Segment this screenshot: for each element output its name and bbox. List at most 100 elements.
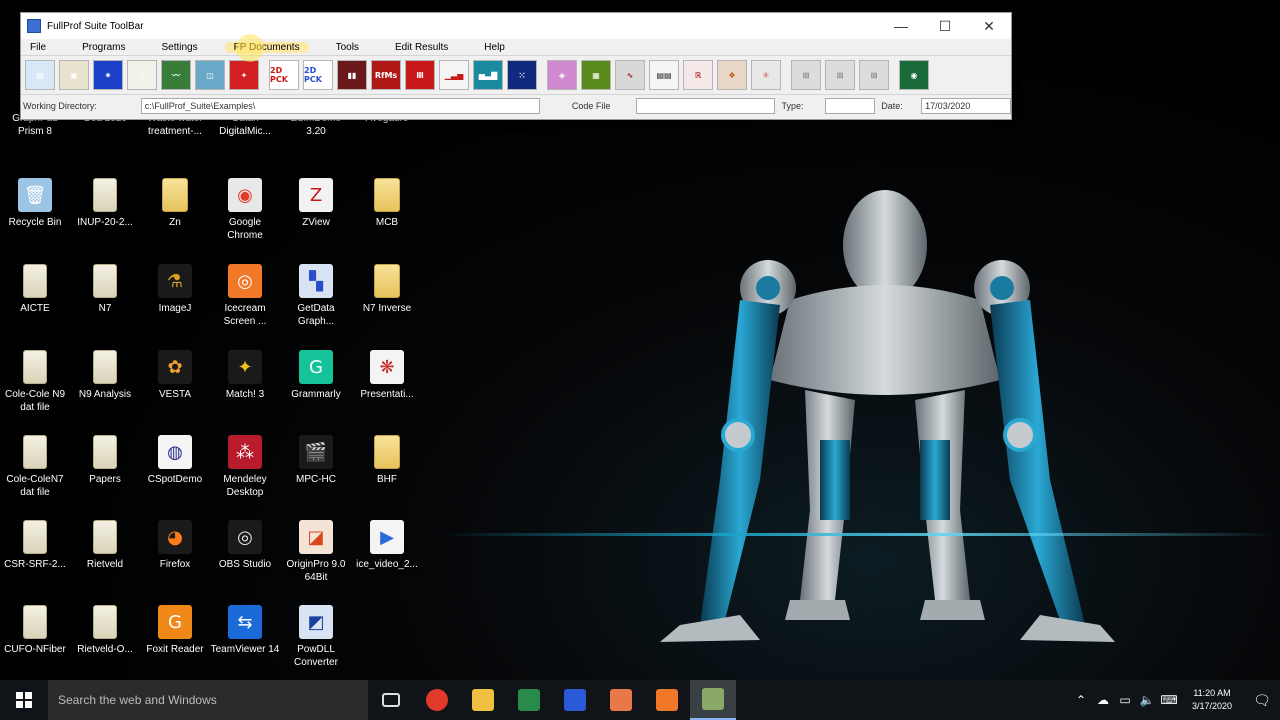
volume-icon[interactable]: 🔈 bbox=[1136, 693, 1158, 707]
molecule-button[interactable]: ⚛ bbox=[751, 60, 781, 90]
plot-button[interactable]: 〰 bbox=[161, 60, 191, 90]
start-button[interactable] bbox=[0, 680, 48, 720]
document-icon bbox=[23, 435, 47, 469]
notification-icon[interactable]: 🗨 bbox=[1244, 692, 1280, 709]
taskbar-search-box[interactable]: Search the web and Windows bbox=[48, 680, 368, 720]
result-button[interactable]: ℝ bbox=[683, 60, 713, 90]
taskbar-task-view[interactable] bbox=[368, 680, 414, 720]
desktop-icon[interactable]: Rietveld bbox=[70, 520, 140, 602]
desktop-icon[interactable]: ◍ CSpotDemo bbox=[140, 435, 210, 517]
bars-button[interactable]: ▮▮ bbox=[337, 60, 367, 90]
notes-button[interactable]: ▣ bbox=[59, 60, 89, 90]
cloud-icon[interactable]: ☁ bbox=[1092, 693, 1114, 707]
data-button[interactable]: ▤▤ bbox=[649, 60, 679, 90]
map-button[interactable]: ▦ bbox=[581, 60, 611, 90]
star-button[interactable]: ✷ bbox=[93, 60, 123, 90]
desktop-icon[interactable]: ▚ GetData Graph... bbox=[281, 264, 351, 346]
desktop-icon[interactable]: ◕ Firefox bbox=[140, 520, 210, 602]
desktop-icon-label: Papers bbox=[89, 474, 121, 485]
pattern-button[interactable]: ◫ bbox=[195, 60, 225, 90]
checklist-button[interactable]: ✓ bbox=[127, 60, 157, 90]
desktop-icon[interactable]: 🎬 MPC-HC bbox=[281, 435, 351, 517]
globe-button[interactable]: ◉ bbox=[899, 60, 929, 90]
code-file-field[interactable] bbox=[635, 98, 776, 114]
texture-button[interactable]: ◈ bbox=[547, 60, 577, 90]
desktop-icon[interactable]: MCB bbox=[352, 178, 422, 260]
desktop-icon[interactable]: N9 Analysis bbox=[70, 350, 140, 432]
minimize-button[interactable]: — bbox=[879, 13, 923, 39]
taskbar-icecream[interactable] bbox=[644, 680, 690, 720]
crystal-button[interactable]: ✦ bbox=[229, 60, 259, 90]
pck2d-button[interactable]: 2D PCK bbox=[269, 60, 299, 90]
desktop-icon[interactable]: INUP-20-2... bbox=[70, 178, 140, 260]
disabled-2-button[interactable]: ⊠ bbox=[825, 60, 855, 90]
taskbar-file-explorer[interactable] bbox=[460, 680, 506, 720]
desktop-icon[interactable]: ◎ Icecream Screen ... bbox=[210, 264, 280, 346]
desktop-icon[interactable]: ◎ OBS Studio bbox=[210, 520, 280, 602]
menu-file[interactable]: File bbox=[21, 42, 55, 53]
desktop-icon[interactable]: Cole-ColeN7 dat file bbox=[0, 435, 70, 517]
desktop-icon[interactable]: G Foxit Reader bbox=[140, 605, 210, 680]
editor-button[interactable]: ▤ bbox=[25, 60, 55, 90]
spectrum-button[interactable]: ▅▃▇ bbox=[473, 60, 503, 90]
desktop-icon[interactable]: ◪ OriginPro 9.0 64Bit bbox=[281, 520, 351, 602]
chevron-up-icon[interactable]: ⌃ bbox=[1070, 693, 1092, 707]
fullprof-toolbar-window[interactable]: FullProf Suite ToolBar — ☐ ✕ File Progra… bbox=[20, 12, 1012, 120]
disabled-3-button[interactable]: ⊠ bbox=[859, 60, 889, 90]
clock[interactable]: 11:20 AM 3/17/2020 bbox=[1180, 687, 1244, 713]
date-field[interactable]: 17/03/2020 bbox=[921, 98, 1011, 114]
desktop-icon[interactable]: ❋ Presentati... bbox=[352, 350, 422, 432]
histogram-button[interactable]: ▁▃▅ bbox=[439, 60, 469, 90]
fit-button[interactable]: ∿ bbox=[615, 60, 645, 90]
desktop-icon-label: CSpotDemo bbox=[147, 474, 203, 485]
desktop-icon[interactable]: Rietveld-O... bbox=[70, 605, 140, 680]
taskbar-excel[interactable] bbox=[506, 680, 552, 720]
taskbar-fullprof[interactable] bbox=[690, 680, 736, 720]
menu-settings[interactable]: Settings bbox=[152, 42, 206, 53]
desktop-icon[interactable]: 🗑 Recycle Bin bbox=[0, 178, 70, 260]
desktop-icon[interactable]: Zn bbox=[140, 178, 210, 260]
refine-button[interactable]: RfMs bbox=[371, 60, 401, 90]
desktop-icon[interactable]: ⚗ ImageJ bbox=[140, 264, 210, 346]
lattice-button[interactable]: ⁙ bbox=[507, 60, 537, 90]
pck2d-alt-button[interactable]: 2D PCK bbox=[303, 60, 333, 90]
desktop-icon[interactable]: ◉ Google Chrome bbox=[210, 178, 280, 260]
type-field[interactable] bbox=[825, 98, 876, 114]
taskbar-chrome[interactable] bbox=[414, 680, 460, 720]
desktop-icon[interactable]: ⇆ TeamViewer 14 bbox=[210, 605, 280, 680]
desktop-icon[interactable]: CUFO-NFiber bbox=[0, 605, 70, 680]
desktop-icon[interactable]: ▶ ice_video_2... bbox=[352, 520, 422, 602]
system-tray: ⌃ ☁ ▭ 🔈 ⌨ 11:20 AM 3/17/2020 🗨 bbox=[1070, 680, 1280, 720]
desktop-icon[interactable]: N7 Inverse bbox=[352, 264, 422, 346]
app-icon: G bbox=[299, 350, 333, 384]
title-bar[interactable]: FullProf Suite ToolBar — ☐ ✕ bbox=[21, 13, 1011, 39]
desktop-icon[interactable]: ✿ VESTA bbox=[140, 350, 210, 432]
fullprof-icon bbox=[702, 688, 724, 710]
taskbar-word[interactable] bbox=[552, 680, 598, 720]
working-directory-field[interactable]: c:\FullProf_Suite\Examples\ bbox=[140, 98, 540, 114]
desktop-icon[interactable]: BHF bbox=[352, 435, 422, 517]
desktop-icon[interactable]: ✦ Match! 3 bbox=[210, 350, 280, 432]
maximize-button[interactable]: ☐ bbox=[923, 13, 967, 39]
disabled-1-button[interactable]: ⊠ bbox=[791, 60, 821, 90]
close-button[interactable]: ✕ bbox=[967, 13, 1011, 39]
desktop-icon-label: ZView bbox=[302, 217, 330, 228]
taskbar-origin[interactable] bbox=[598, 680, 644, 720]
menu-tools[interactable]: Tools bbox=[327, 42, 368, 53]
desktop-icon[interactable]: CSR-SRF-2... bbox=[0, 520, 70, 602]
desktop-icon[interactable]: Z ZView bbox=[281, 178, 351, 260]
desktop-icon[interactable]: Cole-Cole N9 dat file bbox=[0, 350, 70, 432]
menu-programs[interactable]: Programs bbox=[73, 42, 134, 53]
desktop-icon[interactable]: N7 bbox=[70, 264, 140, 346]
menu-help[interactable]: Help bbox=[475, 42, 514, 53]
desktop-icon[interactable]: ◩ PowDLL Converter bbox=[281, 605, 351, 680]
keyboard-icon[interactable]: ⌨ bbox=[1158, 693, 1180, 707]
desktop-icon[interactable]: ⁂ Mendeley Desktop bbox=[210, 435, 280, 517]
structure-button[interactable]: ❖ bbox=[717, 60, 747, 90]
desktop-icon[interactable]: Papers bbox=[70, 435, 140, 517]
desktop-icon[interactable]: G Grammarly bbox=[281, 350, 351, 432]
menu-edit-results[interactable]: Edit Results bbox=[386, 42, 457, 53]
matrix-button[interactable]: Ⅲ bbox=[405, 60, 435, 90]
desktop-icon[interactable]: AICTE bbox=[0, 264, 70, 346]
network-icon[interactable]: ▭ bbox=[1114, 693, 1136, 707]
